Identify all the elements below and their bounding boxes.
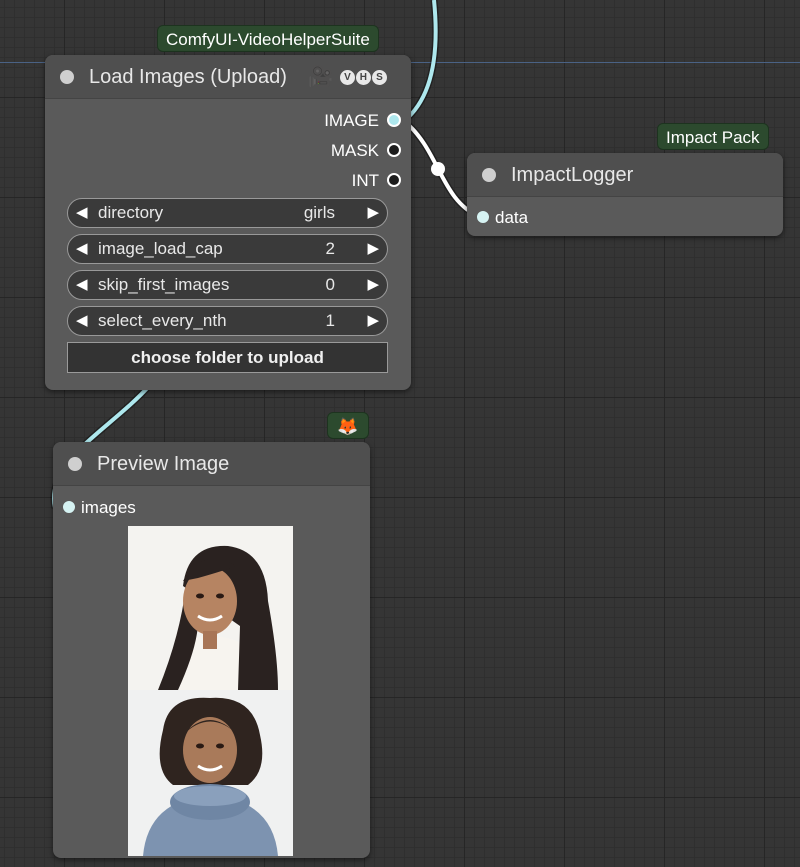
widget-image-load-cap[interactable]: ◀ image_load_cap 2 ▶: [67, 234, 388, 264]
preview-image-2[interactable]: [128, 690, 293, 856]
collapse-dot-icon[interactable]: [60, 70, 74, 84]
decrement-arrow-icon[interactable]: ◀: [76, 307, 88, 335]
input-port-icon[interactable]: [63, 501, 75, 514]
node-title-bar[interactable]: ImpactLogger: [467, 153, 783, 197]
video-camera-icon: 🎥: [308, 66, 333, 88]
increment-arrow-icon[interactable]: ▶: [367, 307, 379, 335]
h-icon: H: [355, 69, 371, 85]
portrait-photo-2: [143, 697, 278, 856]
preview-image-node[interactable]: Preview Image images: [53, 442, 370, 858]
fox-icon: 🦊: [337, 417, 359, 436]
collapse-dot-icon[interactable]: [482, 168, 496, 182]
portrait-photo-1: [158, 545, 278, 690]
increment-arrow-icon[interactable]: ▶: [367, 271, 379, 299]
impact-logger-node[interactable]: ImpactLogger data: [467, 153, 783, 236]
output-port-icon[interactable]: [387, 143, 401, 158]
node-title: Preview Image: [97, 453, 230, 475]
output-int[interactable]: INT: [352, 166, 401, 196]
increment-arrow-icon[interactable]: ▶: [367, 235, 379, 263]
output-port-icon[interactable]: [387, 113, 401, 128]
node-title: ImpactLogger: [511, 164, 634, 186]
s-icon: S: [371, 69, 387, 85]
input-data[interactable]: data: [477, 204, 528, 232]
decrement-arrow-icon[interactable]: ◀: [76, 199, 88, 227]
output-mask[interactable]: MASK: [331, 136, 401, 166]
widget-select-every-nth[interactable]: ◀ select_every_nth 1 ▶: [67, 306, 388, 336]
node-title: Load Images (Upload): [89, 66, 287, 88]
preview-image-1[interactable]: [128, 526, 293, 690]
input-images[interactable]: images: [63, 494, 136, 522]
node-badge-impact-pack: Impact Pack: [657, 123, 769, 150]
choose-folder-button[interactable]: choose folder to upload: [67, 342, 388, 373]
v-icon: V: [339, 69, 355, 85]
output-port-icon[interactable]: [387, 173, 401, 188]
link-center-marker[interactable]: [431, 162, 445, 176]
node-title-bar[interactable]: Load Images (Upload) 🎥 V H S: [45, 55, 411, 99]
node-title-bar[interactable]: Preview Image: [53, 442, 370, 486]
node-badge-videohelpersuite: ComfyUI-VideoHelperSuite: [157, 25, 379, 52]
input-port-icon[interactable]: [477, 211, 489, 224]
decrement-arrow-icon[interactable]: ◀: [76, 271, 88, 299]
collapse-dot-icon[interactable]: [68, 457, 82, 471]
increment-arrow-icon[interactable]: ▶: [367, 199, 379, 227]
decrement-arrow-icon[interactable]: ◀: [76, 235, 88, 263]
node-badge-fox: 🦊: [327, 412, 369, 439]
load-images-node[interactable]: Load Images (Upload) 🎥 V H S IMAGE MASK …: [45, 55, 411, 390]
widget-skip-first-images[interactable]: ◀ skip_first_images 0 ▶: [67, 270, 388, 300]
widget-directory[interactable]: ◀ directory girls ▶: [67, 198, 388, 228]
output-image[interactable]: IMAGE: [324, 106, 401, 136]
node-title-icons: 🎥 V H S: [308, 65, 387, 89]
